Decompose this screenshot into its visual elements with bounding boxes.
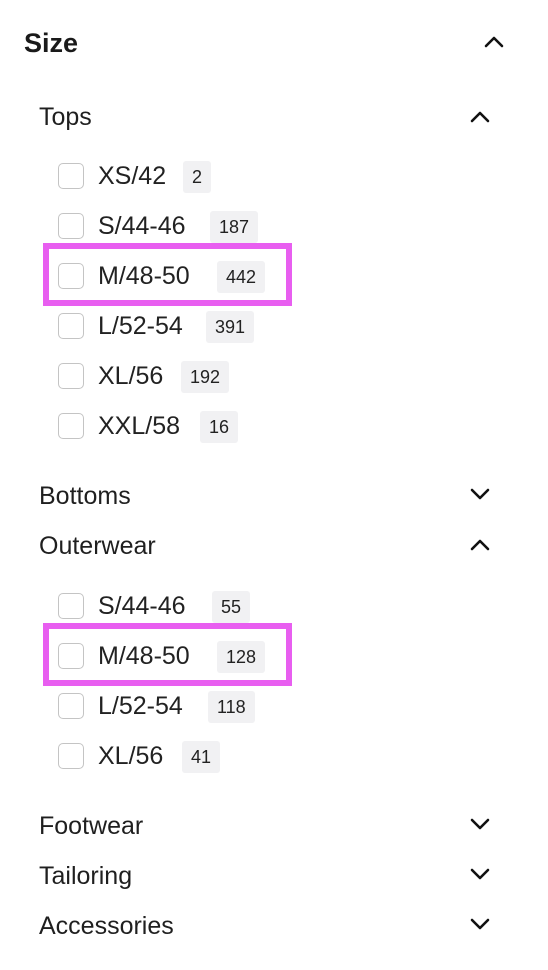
checkbox[interactable] xyxy=(58,213,84,239)
category-footwear[interactable]: Footwear xyxy=(0,806,548,846)
option-label: XXL/58 xyxy=(98,412,181,440)
chevron-down-icon[interactable] xyxy=(469,483,491,505)
checkbox[interactable] xyxy=(58,693,84,719)
count-badge: 118 xyxy=(208,691,255,723)
category-bottoms[interactable]: Bottoms xyxy=(0,476,548,516)
category-label: Accessories xyxy=(39,912,174,940)
option-row[interactable]: XL/56 192 xyxy=(56,357,356,397)
option-label: XS/42 xyxy=(98,162,167,190)
option-row[interactable]: M/48-50 442 xyxy=(56,257,356,297)
option-label: M/48-50 xyxy=(98,262,190,290)
size-filter-header[interactable]: Size xyxy=(0,18,548,68)
option-row[interactable]: L/52-54 391 xyxy=(56,307,356,347)
category-label: Bottoms xyxy=(39,482,131,510)
category-outerwear[interactable]: Outerwear xyxy=(0,526,548,566)
checkbox[interactable] xyxy=(58,413,84,439)
category-label: Outerwear xyxy=(39,532,156,560)
option-label: S/44-46 xyxy=(98,592,186,620)
option-row[interactable]: XXL/58 16 xyxy=(56,407,356,447)
checkbox[interactable] xyxy=(58,363,84,389)
count-badge: 16 xyxy=(200,411,239,443)
category-label: Tailoring xyxy=(39,862,133,890)
option-row[interactable]: XL/56 41 xyxy=(56,737,356,777)
option-label: XL/56 xyxy=(98,742,164,770)
checkbox[interactable] xyxy=(58,163,84,189)
chevron-up-icon[interactable] xyxy=(483,31,505,53)
checkbox[interactable] xyxy=(58,743,84,769)
checkbox[interactable] xyxy=(58,263,84,289)
checkbox[interactable] xyxy=(58,593,84,619)
count-badge: 187 xyxy=(210,211,259,243)
option-label: L/52-54 xyxy=(98,312,183,340)
chevron-up-icon[interactable] xyxy=(469,534,491,556)
category-accessories[interactable]: Accessories xyxy=(0,906,548,946)
option-label: S/44-46 xyxy=(98,212,186,240)
option-label: L/52-54 xyxy=(98,692,183,720)
count-badge: 128 xyxy=(217,641,266,673)
count-badge: 192 xyxy=(181,361,230,393)
chevron-down-icon[interactable] xyxy=(469,813,491,835)
category-tops[interactable]: Tops xyxy=(0,97,548,137)
chevron-down-icon[interactable] xyxy=(469,863,491,885)
option-label: XL/56 xyxy=(98,362,164,390)
count-badge: 2 xyxy=(183,161,212,193)
checkbox[interactable] xyxy=(58,313,84,339)
option-row[interactable]: S/44-46 187 xyxy=(56,207,356,247)
category-tailoring[interactable]: Tailoring xyxy=(0,856,548,896)
checkbox[interactable] xyxy=(58,643,84,669)
count-badge: 442 xyxy=(217,261,266,293)
option-row[interactable]: L/52-54 118 xyxy=(56,687,356,727)
option-row[interactable]: XS/42 2 xyxy=(56,157,356,197)
chevron-up-icon[interactable] xyxy=(469,106,491,128)
count-badge: 55 xyxy=(212,591,251,623)
count-badge: 41 xyxy=(182,741,221,773)
count-badge: 391 xyxy=(206,311,255,343)
category-label: Footwear xyxy=(39,812,144,840)
option-label: M/48-50 xyxy=(98,642,190,670)
option-row[interactable]: S/44-46 55 xyxy=(56,587,356,627)
chevron-down-icon[interactable] xyxy=(469,913,491,935)
category-label: Tops xyxy=(39,103,92,131)
size-filter-title: Size xyxy=(24,28,79,58)
option-row[interactable]: M/48-50 128 xyxy=(56,637,356,677)
